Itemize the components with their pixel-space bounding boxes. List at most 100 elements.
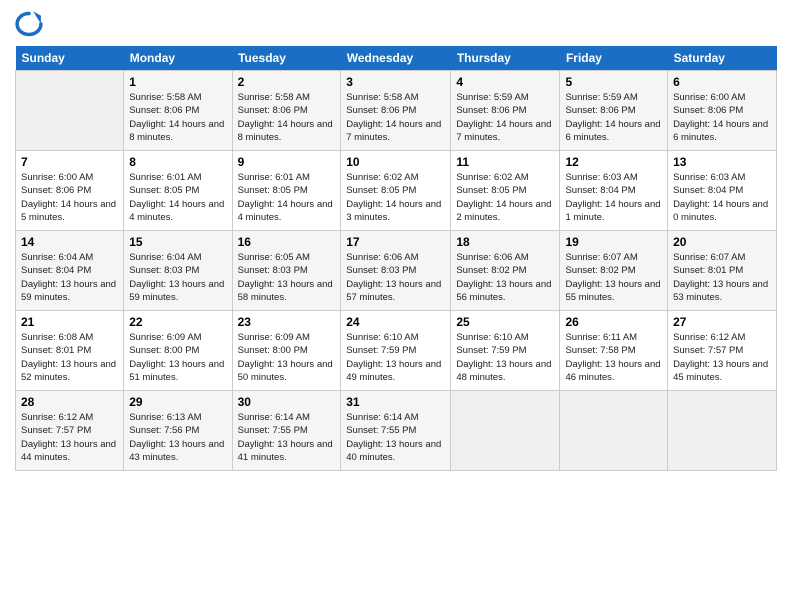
day-number: 3 <box>346 75 445 89</box>
day-number: 21 <box>21 315 118 329</box>
day-number: 14 <box>21 235 118 249</box>
day-number: 1 <box>129 75 226 89</box>
weekday-header-monday: Monday <box>124 46 232 71</box>
logo <box>15 10 47 38</box>
day-number: 27 <box>673 315 771 329</box>
week-row-2: 7 Sunrise: 6:00 AMSunset: 8:06 PMDaylight… <box>16 151 777 231</box>
day-info: Sunrise: 6:06 AMSunset: 8:02 PMDaylight:… <box>456 251 554 304</box>
day-info: Sunrise: 6:09 AMSunset: 8:00 PMDaylight:… <box>129 331 226 384</box>
header <box>15 10 777 38</box>
calendar-cell: 10 Sunrise: 6:02 AMSunset: 8:05 PMDayligh… <box>341 151 451 231</box>
day-info: Sunrise: 6:11 AMSunset: 7:58 PMDaylight:… <box>565 331 662 384</box>
day-info: Sunrise: 6:01 AMSunset: 8:05 PMDaylight:… <box>238 171 336 224</box>
day-number: 6 <box>673 75 771 89</box>
week-row-3: 14 Sunrise: 6:04 AMSunset: 8:04 PMDayligh… <box>16 231 777 311</box>
day-info: Sunrise: 6:10 AMSunset: 7:59 PMDaylight:… <box>346 331 445 384</box>
day-number: 22 <box>129 315 226 329</box>
day-info: Sunrise: 6:04 AMSunset: 8:03 PMDaylight:… <box>129 251 226 304</box>
day-number: 29 <box>129 395 226 409</box>
day-info: Sunrise: 6:12 AMSunset: 7:57 PMDaylight:… <box>673 331 771 384</box>
day-info: Sunrise: 6:09 AMSunset: 8:00 PMDaylight:… <box>238 331 336 384</box>
week-row-1: 1 Sunrise: 5:58 AMSunset: 8:06 PMDaylight… <box>16 71 777 151</box>
calendar-cell: 15Sunrise: 6:04 AMSunset: 8:03 PMDayligh… <box>124 231 232 311</box>
day-number: 26 <box>565 315 662 329</box>
calendar-cell <box>560 391 668 471</box>
calendar-cell: 11 Sunrise: 6:02 AMSunset: 8:05 PMDayligh… <box>451 151 560 231</box>
day-info: Sunrise: 6:07 AMSunset: 8:02 PMDaylight:… <box>565 251 662 304</box>
day-info: Sunrise: 6:13 AMSunset: 7:56 PMDaylight:… <box>129 411 226 464</box>
weekday-header-thursday: Thursday <box>451 46 560 71</box>
day-number: 13 <box>673 155 771 169</box>
day-info: Sunrise: 6:04 AMSunset: 8:04 PMDaylight:… <box>21 251 118 304</box>
calendar-cell <box>16 71 124 151</box>
calendar-cell: 18 Sunrise: 6:06 AMSunset: 8:02 PMDayligh… <box>451 231 560 311</box>
calendar-cell: 1 Sunrise: 5:58 AMSunset: 8:06 PMDaylight… <box>124 71 232 151</box>
day-info: Sunrise: 6:02 AMSunset: 8:05 PMDaylight:… <box>456 171 554 224</box>
calendar-cell <box>451 391 560 471</box>
calendar-cell: 23 Sunrise: 6:09 AMSunset: 8:00 PMDayligh… <box>232 311 341 391</box>
day-number: 19 <box>565 235 662 249</box>
day-info: Sunrise: 6:06 AMSunset: 8:03 PMDaylight:… <box>346 251 445 304</box>
day-info: Sunrise: 6:03 AMSunset: 8:04 PMDaylight:… <box>673 171 771 224</box>
day-number: 17 <box>346 235 445 249</box>
day-number: 20 <box>673 235 771 249</box>
weekday-header-row: SundayMondayTuesdayWednesdayThursdayFrid… <box>16 46 777 71</box>
day-info: Sunrise: 6:02 AMSunset: 8:05 PMDaylight:… <box>346 171 445 224</box>
day-info: Sunrise: 6:05 AMSunset: 8:03 PMDaylight:… <box>238 251 336 304</box>
calendar-cell: 17 Sunrise: 6:06 AMSunset: 8:03 PMDayligh… <box>341 231 451 311</box>
day-number: 8 <box>129 155 226 169</box>
day-number: 9 <box>238 155 336 169</box>
calendar-cell: 12Sunrise: 6:03 AMSunset: 8:04 PMDayligh… <box>560 151 668 231</box>
calendar-cell: 6 Sunrise: 6:00 AMSunset: 8:06 PMDaylight… <box>668 71 777 151</box>
day-info: Sunrise: 5:59 AMSunset: 8:06 PMDaylight:… <box>565 91 662 144</box>
day-info: Sunrise: 5:58 AMSunset: 8:06 PMDaylight:… <box>238 91 336 144</box>
week-row-5: 28 Sunrise: 6:12 AMSunset: 7:57 PMDayligh… <box>16 391 777 471</box>
day-number: 5 <box>565 75 662 89</box>
day-number: 18 <box>456 235 554 249</box>
calendar-cell: 20 Sunrise: 6:07 AMSunset: 8:01 PMDayligh… <box>668 231 777 311</box>
day-number: 31 <box>346 395 445 409</box>
day-number: 30 <box>238 395 336 409</box>
calendar-cell: 31 Sunrise: 6:14 AMSunset: 7:55 PMDayligh… <box>341 391 451 471</box>
day-number: 23 <box>238 315 336 329</box>
calendar-table: SundayMondayTuesdayWednesdayThursdayFrid… <box>15 46 777 471</box>
day-number: 11 <box>456 155 554 169</box>
day-number: 2 <box>238 75 336 89</box>
day-number: 28 <box>21 395 118 409</box>
week-row-4: 21Sunrise: 6:08 AMSunset: 8:01 PMDayligh… <box>16 311 777 391</box>
calendar-cell: 27 Sunrise: 6:12 AMSunset: 7:57 PMDayligh… <box>668 311 777 391</box>
calendar-cell: 4 Sunrise: 5:59 AMSunset: 8:06 PMDaylight… <box>451 71 560 151</box>
day-info: Sunrise: 5:59 AMSunset: 8:06 PMDaylight:… <box>456 91 554 144</box>
calendar-cell: 21Sunrise: 6:08 AMSunset: 8:01 PMDayligh… <box>16 311 124 391</box>
day-number: 16 <box>238 235 336 249</box>
day-info: Sunrise: 6:10 AMSunset: 7:59 PMDaylight:… <box>456 331 554 384</box>
day-info: Sunrise: 6:14 AMSunset: 7:55 PMDaylight:… <box>346 411 445 464</box>
weekday-header-saturday: Saturday <box>668 46 777 71</box>
calendar-cell: 5 Sunrise: 5:59 AMSunset: 8:06 PMDaylight… <box>560 71 668 151</box>
day-info: Sunrise: 6:12 AMSunset: 7:57 PMDaylight:… <box>21 411 118 464</box>
day-info: Sunrise: 5:58 AMSunset: 8:06 PMDaylight:… <box>129 91 226 144</box>
calendar-cell: 14 Sunrise: 6:04 AMSunset: 8:04 PMDayligh… <box>16 231 124 311</box>
calendar-container: SundayMondayTuesdayWednesdayThursdayFrid… <box>0 0 792 612</box>
calendar-cell: 24Sunrise: 6:10 AMSunset: 7:59 PMDayligh… <box>341 311 451 391</box>
calendar-cell: 3 Sunrise: 5:58 AMSunset: 8:06 PMDaylight… <box>341 71 451 151</box>
day-info: Sunrise: 6:00 AMSunset: 8:06 PMDaylight:… <box>673 91 771 144</box>
calendar-cell: 26 Sunrise: 6:11 AMSunset: 7:58 PMDayligh… <box>560 311 668 391</box>
day-number: 10 <box>346 155 445 169</box>
day-info: Sunrise: 6:01 AMSunset: 8:05 PMDaylight:… <box>129 171 226 224</box>
day-info: Sunrise: 5:58 AMSunset: 8:06 PMDaylight:… <box>346 91 445 144</box>
day-info: Sunrise: 6:14 AMSunset: 7:55 PMDaylight:… <box>238 411 336 464</box>
calendar-cell: 29 Sunrise: 6:13 AMSunset: 7:56 PMDayligh… <box>124 391 232 471</box>
calendar-cell: 13 Sunrise: 6:03 AMSunset: 8:04 PMDayligh… <box>668 151 777 231</box>
day-info: Sunrise: 6:00 AMSunset: 8:06 PMDaylight:… <box>21 171 118 224</box>
day-info: Sunrise: 6:07 AMSunset: 8:01 PMDaylight:… <box>673 251 771 304</box>
calendar-cell: 16 Sunrise: 6:05 AMSunset: 8:03 PMDayligh… <box>232 231 341 311</box>
calendar-cell: 25Sunrise: 6:10 AMSunset: 7:59 PMDayligh… <box>451 311 560 391</box>
calendar-cell: 22 Sunrise: 6:09 AMSunset: 8:00 PMDayligh… <box>124 311 232 391</box>
weekday-header-tuesday: Tuesday <box>232 46 341 71</box>
calendar-cell: 7 Sunrise: 6:00 AMSunset: 8:06 PMDaylight… <box>16 151 124 231</box>
day-number: 7 <box>21 155 118 169</box>
day-number: 4 <box>456 75 554 89</box>
weekday-header-sunday: Sunday <box>16 46 124 71</box>
logo-icon <box>15 10 43 38</box>
